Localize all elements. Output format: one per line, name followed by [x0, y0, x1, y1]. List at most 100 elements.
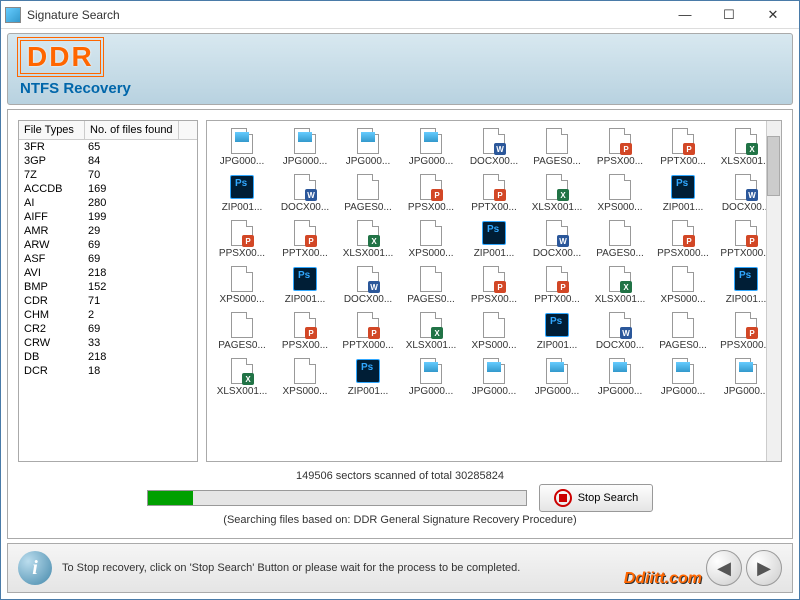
- file-item[interactable]: PPPTX00...: [463, 171, 525, 215]
- file-type-row[interactable]: BMP152: [19, 280, 197, 294]
- file-type-row[interactable]: CRW33: [19, 336, 197, 350]
- file-item[interactable]: JPG000...: [274, 125, 336, 169]
- file-type-row[interactable]: DB218: [19, 350, 197, 364]
- file-type-cell: CDR: [24, 295, 88, 307]
- file-item[interactable]: WDOCX00...: [589, 309, 651, 353]
- file-type-row[interactable]: CHM2: [19, 308, 197, 322]
- file-item[interactable]: XXLSX001...: [400, 309, 462, 353]
- file-icon: W: [543, 219, 571, 247]
- file-icon: [669, 265, 697, 293]
- file-type-row[interactable]: AIFF199: [19, 210, 197, 224]
- file-item[interactable]: ZIP001...: [652, 171, 714, 215]
- minimize-button[interactable]: —: [663, 5, 707, 25]
- file-item[interactable]: ZIP001...: [463, 217, 525, 261]
- file-icon: [354, 357, 382, 385]
- file-item[interactable]: JPG000...: [400, 125, 462, 169]
- file-item[interactable]: PPPSX00...: [400, 171, 462, 215]
- file-icon: P: [417, 173, 445, 201]
- file-label: PAGES0...: [533, 156, 581, 167]
- file-icon: P: [732, 219, 760, 247]
- file-item[interactable]: PPPSX000...: [652, 217, 714, 261]
- file-item[interactable]: JPG000...: [400, 355, 462, 399]
- file-item[interactable]: PAGES0...: [589, 217, 651, 261]
- file-label: PPTX00...: [534, 294, 580, 305]
- file-count-cell: 18: [88, 365, 100, 377]
- file-item[interactable]: XXLSX001...: [589, 263, 651, 307]
- file-type-row[interactable]: ASF69: [19, 252, 197, 266]
- header-subtitle: NTFS Recovery: [20, 80, 780, 97]
- header-banner: DDR NTFS Recovery: [7, 33, 793, 105]
- file-label: PPSX00...: [597, 156, 643, 167]
- file-label: XLSX001...: [406, 340, 457, 351]
- file-item[interactable]: XXLSX001...: [526, 171, 588, 215]
- file-item[interactable]: ZIP001...: [211, 171, 273, 215]
- file-item[interactable]: PPPTX00...: [652, 125, 714, 169]
- file-type-cell: CHM: [24, 309, 88, 321]
- file-label: XLSX001...: [532, 202, 583, 213]
- file-item[interactable]: PPPSX00...: [589, 125, 651, 169]
- file-type-row[interactable]: CDR71: [19, 294, 197, 308]
- file-item[interactable]: PPPSX00...: [211, 217, 273, 261]
- file-type-row[interactable]: AVI218: [19, 266, 197, 280]
- scrollbar-thumb[interactable]: [767, 136, 780, 196]
- file-label: PAGES0...: [218, 340, 266, 351]
- file-item[interactable]: JPG000...: [337, 125, 399, 169]
- file-item[interactable]: XPS000...: [589, 171, 651, 215]
- file-item[interactable]: XXLSX001...: [211, 355, 273, 399]
- file-item[interactable]: XPS000...: [652, 263, 714, 307]
- file-item[interactable]: PPPTX000...: [337, 309, 399, 353]
- file-item[interactable]: PAGES0...: [526, 125, 588, 169]
- file-item[interactable]: PAGES0...: [337, 171, 399, 215]
- file-label: PPSX00...: [408, 202, 454, 213]
- file-item[interactable]: PPPSX00...: [463, 263, 525, 307]
- file-type-row[interactable]: ARW69: [19, 238, 197, 252]
- file-item[interactable]: WDOCX00...: [463, 125, 525, 169]
- file-item[interactable]: PAGES0...: [652, 309, 714, 353]
- file-type-row[interactable]: AI280: [19, 196, 197, 210]
- info-icon: i: [18, 551, 52, 585]
- file-item[interactable]: JPG000...: [589, 355, 651, 399]
- file-type-row[interactable]: 3GP84: [19, 154, 197, 168]
- file-item[interactable]: WDOCX00...: [337, 263, 399, 307]
- file-item[interactable]: PPPTX00...: [274, 217, 336, 261]
- file-type-row[interactable]: ACCDB169: [19, 182, 197, 196]
- scrollbar-vertical[interactable]: [766, 121, 781, 461]
- file-item[interactable]: WDOCX00...: [274, 171, 336, 215]
- file-type-row[interactable]: 7Z70: [19, 168, 197, 182]
- file-icon: [228, 173, 256, 201]
- file-item[interactable]: XPS000...: [274, 355, 336, 399]
- file-item[interactable]: XPS000...: [463, 309, 525, 353]
- file-type-row[interactable]: 3FR65: [19, 140, 197, 154]
- back-button[interactable]: ◀: [706, 550, 742, 586]
- file-item[interactable]: ZIP001...: [274, 263, 336, 307]
- file-grid: JPG000...JPG000...JPG000...JPG000...WDOC…: [211, 125, 777, 399]
- file-item[interactable]: XXLSX001...: [337, 217, 399, 261]
- file-type-row[interactable]: DCR18: [19, 364, 197, 378]
- maximize-button[interactable]: ☐: [707, 5, 751, 25]
- file-item[interactable]: WDOCX00...: [526, 217, 588, 261]
- file-item[interactable]: PAGES0...: [400, 263, 462, 307]
- forward-button[interactable]: ▶: [746, 550, 782, 586]
- file-item[interactable]: JPG000...: [652, 355, 714, 399]
- file-count-cell: 280: [88, 197, 106, 209]
- file-item[interactable]: XPS000...: [400, 217, 462, 261]
- file-label: PPTX000...: [342, 340, 393, 351]
- file-type-row[interactable]: CR269: [19, 322, 197, 336]
- file-icon: P: [291, 311, 319, 339]
- file-item[interactable]: PPPTX00...: [526, 263, 588, 307]
- file-item[interactable]: JPG000...: [211, 125, 273, 169]
- file-item[interactable]: PAGES0...: [211, 309, 273, 353]
- close-button[interactable]: ✕: [751, 5, 795, 25]
- file-item[interactable]: PPPSX00...: [274, 309, 336, 353]
- file-type-row[interactable]: AMR29: [19, 224, 197, 238]
- file-item[interactable]: ZIP001...: [526, 309, 588, 353]
- file-types-list[interactable]: 3FR653GP847Z70ACCDB169AI280AIFF199AMR29A…: [19, 140, 197, 461]
- file-type-cell: ACCDB: [24, 183, 88, 195]
- file-item[interactable]: XPS000...: [211, 263, 273, 307]
- file-label: JPG000...: [598, 386, 642, 397]
- stop-search-button[interactable]: Stop Search: [539, 484, 654, 512]
- file-item[interactable]: JPG000...: [526, 355, 588, 399]
- file-item[interactable]: JPG000...: [463, 355, 525, 399]
- file-item[interactable]: ZIP001...: [337, 355, 399, 399]
- file-count-cell: 218: [88, 351, 106, 363]
